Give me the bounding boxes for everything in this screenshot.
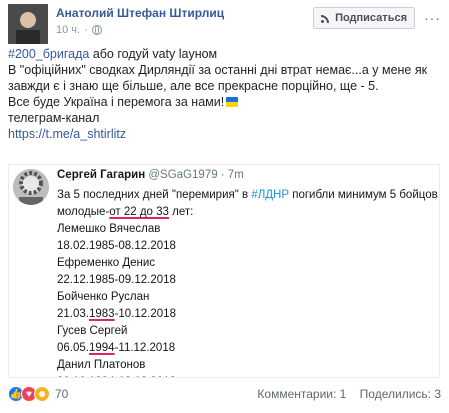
embedded-line: 18.02.1985-08.12.2018 — [57, 238, 433, 255]
post-text-line: #200_бригада або годуй vaty layном — [8, 46, 441, 62]
embedded-line: молодые-от 22 до 33 лет: — [57, 204, 433, 221]
rss-icon — [321, 13, 331, 23]
post-text-segment: телеграм-канал — [8, 111, 100, 125]
facebook-post: Анатолий Штефан Штирлиц 10 ч. · Подписат… — [0, 0, 449, 413]
engagement-counts: Комментарии: 1 Поделились: 3 — [247, 387, 441, 401]
post-header: Анатолий Штефан Штирлиц 10 ч. · Подписат… — [8, 4, 441, 44]
post-text-line: телеграм-канал — [8, 110, 441, 126]
embedded-text: Бойченко Руслан — [57, 291, 150, 303]
author-name[interactable]: Анатолий Штефан Штирлиц — [56, 6, 224, 20]
post-text-line: Все буде Україна і перемога за нами! — [8, 94, 441, 110]
underlined-text: от 22 до 33 — [109, 206, 169, 218]
embedded-text: Гусев Сергей — [57, 325, 128, 337]
post-text-line: https://t.me/a_shtirlitz — [8, 126, 441, 142]
embedded-avatar — [13, 169, 49, 205]
embedded-text: 22.12.1985-09.12.2018 — [57, 274, 176, 286]
embedded-line: Бойченко Руслан — [57, 289, 433, 306]
embedded-text: Данил Платонов — [57, 359, 146, 371]
embedded-screenshot[interactable]: Сергей Гагарин @SGaG1979 · 7m За 5 после… — [8, 164, 440, 378]
reactions-count[interactable]: 70 — [55, 387, 68, 401]
embedded-text: Лемешко Вячеслав — [57, 223, 161, 235]
post-link[interactable]: https://t.me/a_shtirlitz — [8, 127, 126, 141]
haha-reaction-icon: ☻ — [34, 386, 50, 402]
embedded-line: 22.12.1985-09.12.2018 — [57, 272, 433, 289]
embedded-author: Сергей Гагарин @SGaG1979 · 7m — [57, 169, 244, 181]
comments-count[interactable]: Комментарии: 1 — [257, 387, 346, 401]
post-link[interactable]: #200_бригада — [8, 47, 89, 61]
subscribe-button[interactable]: Подписаться — [313, 7, 415, 29]
embedded-text: Ефременко Денис — [57, 257, 156, 269]
embedded-text: -10.12.2018 — [114, 308, 176, 320]
embedded-line: 20.10.1994-12.12.2018 — [57, 374, 433, 377]
post-text-segment: В "офіційних" сводках Дирляндії за остан… — [8, 63, 428, 77]
shares-count[interactable]: Поделились: 3 — [360, 387, 441, 401]
embedded-text: лет: — [168, 206, 194, 218]
post-meta: 10 ч. · — [56, 24, 102, 36]
embedded-hashtag: #ЛДНР — [251, 189, 290, 201]
separator-dot: · — [84, 24, 88, 36]
more-options-icon[interactable]: ··· — [424, 10, 441, 26]
embedded-text: За 5 последних дней "перемирия" в — [57, 189, 252, 201]
post-text-line: В "офіційних" сводках Дирляндії за остан… — [8, 62, 441, 78]
embedded-line: 06.05.1994-11.12.2018 — [57, 340, 433, 357]
post-text: #200_бригада або годуй vaty layном В "офі… — [8, 46, 441, 142]
post-text-line: завжди є і знаю ще більше, але все прекр… — [8, 78, 441, 94]
post-text-segment: або годуй vaty layном — [89, 47, 218, 61]
embedded-line: Гусев Сергей — [57, 323, 433, 340]
embedded-line: Данил Платонов — [57, 357, 433, 374]
embedded-text: 06.05. — [57, 342, 89, 354]
embedded-text: -11.12.2018 — [114, 342, 176, 354]
embedded-line: Ефременко Денис — [57, 255, 433, 272]
subscribe-label: Подписаться — [335, 12, 407, 24]
post-footer: 👍 ♥ ☻ 70 Комментарии: 1 Поделились: 3 — [8, 384, 441, 406]
underlined-text: 1983 — [88, 308, 115, 320]
author-avatar[interactable] — [8, 4, 48, 44]
ukraine-flag-icon — [226, 97, 239, 107]
embedded-text: 21.03. — [57, 308, 89, 320]
embedded-line: Лемешко Вячеслав — [57, 221, 433, 238]
embedded-handle: @SGaG1979 · 7m — [148, 169, 244, 181]
embedded-line: За 5 последних дней "перемирия" в #ЛДНР … — [57, 187, 439, 204]
post-text-segment: завжди є і знаю ще більше, але все прекр… — [8, 79, 379, 93]
embedded-text: молодые- — [57, 206, 110, 218]
embedded-name: Сергей Гагарин — [57, 169, 146, 181]
embedded-line: 21.03.1983-10.12.2018 — [57, 306, 433, 323]
embedded-text: погибли минимум 5 бойцов.Все — [292, 189, 440, 201]
post-text-segment: Все буде Україна і перемога за нами! — [8, 95, 225, 109]
embedded-body: За 5 последних дней "перемирия" в #ЛДНР … — [57, 187, 439, 377]
embedded-text: 18.02.1985-08.12.2018 — [57, 240, 176, 252]
globe-icon — [91, 25, 102, 35]
post-time[interactable]: 10 ч. — [56, 24, 80, 36]
reactions-summary[interactable]: 👍 ♥ ☻ 70 — [8, 386, 68, 402]
underlined-text: 1994 — [88, 342, 115, 354]
embedded-text: 20.10.1994-12.12.2018 — [57, 376, 176, 377]
